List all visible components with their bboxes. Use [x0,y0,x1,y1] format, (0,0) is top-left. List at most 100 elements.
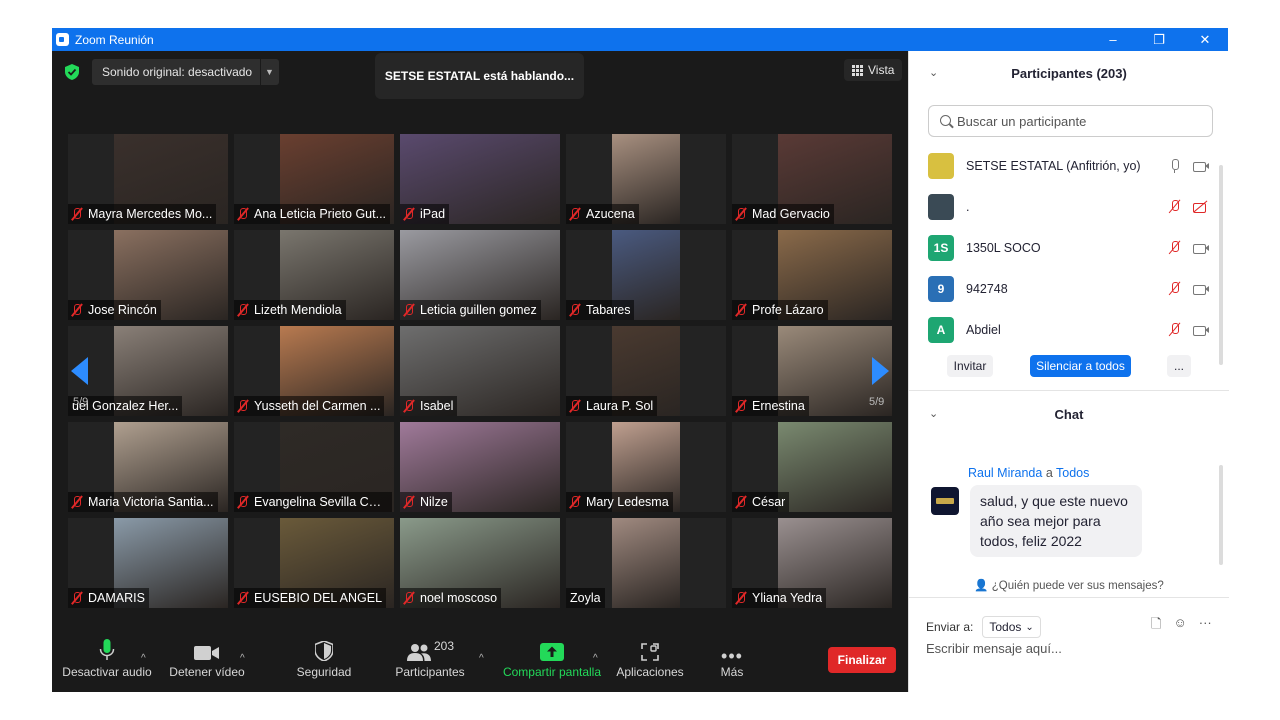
video-tile[interactable]: DAMARIS [68,518,228,608]
video-tile[interactable]: Zoyla [566,518,726,608]
muted-mic-icon [236,591,250,605]
share-options-caret-icon[interactable]: ^ [593,653,598,664]
participant-row[interactable]: 1S 1350L SOCO [909,227,1219,268]
video-tile[interactable]: Ernestina [732,326,892,416]
stop-video-button[interactable]: Detener vídeo [164,633,250,692]
video-tile[interactable]: uel Gonzalez Her... [68,326,228,416]
security-button[interactable]: Seguridad [288,633,360,692]
participant-search-input[interactable] [957,113,1197,129]
muted-mic-icon [236,207,250,221]
tile-name-label: noel moscoso [400,588,502,608]
video-camera-icon[interactable] [1193,240,1209,256]
chat-sender-name[interactable]: Raul Miranda [968,466,1042,480]
video-tile[interactable]: Mary Ledesma [566,422,726,512]
video-tile[interactable]: Isabel [400,326,560,416]
chat-divider [909,597,1229,598]
emoji-icon[interactable]: ☺ [1173,615,1186,637]
previous-page-arrow-icon[interactable] [71,357,88,385]
video-tile[interactable]: Evangelina Sevilla Cel... [234,422,394,512]
chat-message-input[interactable] [926,641,1216,656]
video-tile[interactable]: Yusseth del Carmen ... [234,326,394,416]
tile-name-label: Tabares [566,300,635,320]
share-screen-button[interactable]: Compartir pantalla [500,633,604,692]
participant-name: Laura P. Sol [586,399,654,413]
muted-mic-icon [236,495,250,509]
video-tile[interactable]: iPad [400,134,560,224]
participant-name: Azucena [586,207,635,221]
video-tile[interactable]: Maria Victoria Santia... [68,422,228,512]
video-camera-icon[interactable] [1193,281,1209,297]
shield-check-icon[interactable] [65,64,79,80]
video-tile[interactable]: Nilze [400,422,560,512]
video-tile[interactable]: EUSEBIO DEL ANGEL [234,518,394,608]
caret-down-icon[interactable]: ▼ [260,59,278,85]
participant-row[interactable]: 9 942748 [909,268,1219,309]
video-camera-icon[interactable] [1193,322,1209,338]
more-button[interactable]: ••• Más [712,633,752,692]
video-tile[interactable]: Lizeth Mendiola [234,230,394,320]
end-meeting-button[interactable]: Finalizar [828,647,896,673]
video-tile[interactable]: Leticia guillen gomez [400,230,560,320]
video-tile[interactable]: Laura P. Sol [566,326,726,416]
microphone-muted-icon[interactable] [1167,199,1183,215]
audio-options-caret-icon[interactable]: ^ [141,653,146,664]
participant-avatar [928,193,954,220]
video-tile[interactable]: noel moscoso [400,518,560,608]
mute-audio-button[interactable]: Desactivar audio [62,633,152,692]
participant-name: Leticia guillen gomez [420,303,537,317]
video-camera-off-icon[interactable] [1193,199,1209,215]
chat-sender-avatar [931,487,959,515]
microphone-muted-icon[interactable] [1167,281,1183,297]
participant-row-name: 1350L SOCO [966,240,1041,255]
invite-button[interactable]: Invitar [947,355,993,377]
muted-mic-icon [568,207,582,221]
participant-row[interactable]: A Abdiel [909,309,1219,350]
view-button[interactable]: Vista [844,59,903,81]
video-tile[interactable]: César [732,422,892,512]
participants-more-button[interactable]: ... [1167,355,1191,377]
video-tile[interactable]: Jose Rincón [68,230,228,320]
tile-name-label: Maria Victoria Santia... [68,492,218,512]
video-tile[interactable]: Tabares [566,230,726,320]
participants-scrollbar[interactable] [1219,165,1223,365]
video-tile[interactable]: Mad Gervacio [732,134,892,224]
minimize-button[interactable]: – [1090,28,1136,51]
participant-name: Ernestina [752,399,805,413]
grid-view-icon [852,64,863,76]
participant-name: Yliana Yedra [752,591,823,605]
apps-label: Aplicaciones [616,665,684,679]
video-options-caret-icon[interactable]: ^ [240,653,245,664]
participant-name: Ana Leticia Prieto Gut... [254,207,387,221]
video-tile[interactable]: Profe Lázaro [732,230,892,320]
microphone-icon[interactable] [1167,158,1183,174]
collapse-chevron-icon[interactable]: ⌄ [929,66,938,79]
video-tile[interactable]: Yliana Yedra [732,518,892,608]
file-icon[interactable]: 🗋 [1151,615,1161,637]
close-button[interactable]: ✕ [1182,28,1228,51]
send-to-dropdown[interactable]: Todos ⌄ [982,616,1041,638]
video-camera-icon[interactable] [1193,158,1209,174]
participant-avatar: 1S [928,234,954,261]
share-screen-icon [540,643,564,661]
zoom-app-icon [56,33,69,46]
who-can-see-link[interactable]: 👤 ¿Quién puede ver sus mensajes? [909,578,1229,592]
video-tile[interactable]: Azucena [566,134,726,224]
microphone-muted-icon[interactable] [1167,240,1183,256]
original-sound-dropdown[interactable]: Sonido original: desactivado ▼ [92,59,279,85]
restore-button[interactable]: ❐ [1136,28,1182,51]
apps-button[interactable]: Aplicaciones [614,633,686,692]
participant-search[interactable] [928,105,1213,137]
chat-collapse-chevron-icon[interactable]: ⌄ [929,407,938,420]
participants-button[interactable]: 203 Participantes [388,633,472,692]
video-tile[interactable]: Ana Leticia Prieto Gut... [234,134,394,224]
chat-scrollbar[interactable] [1219,465,1223,565]
participants-options-caret-icon[interactable]: ^ [479,653,484,664]
chat-more-icon[interactable]: ··· [1199,615,1212,637]
microphone-muted-icon[interactable] [1167,322,1183,338]
mute-all-button[interactable]: Silenciar a todos [1030,355,1131,377]
active-speaker-banner: SETSE ESTATAL está hablando... [375,53,584,99]
video-tile[interactable]: Mayra Mercedes Mo... [68,134,228,224]
participant-row[interactable]: . [909,186,1219,227]
participant-row[interactable]: SETSE ESTATAL (Anfitrión, yo) [909,145,1219,186]
next-page-arrow-icon[interactable] [872,357,889,385]
